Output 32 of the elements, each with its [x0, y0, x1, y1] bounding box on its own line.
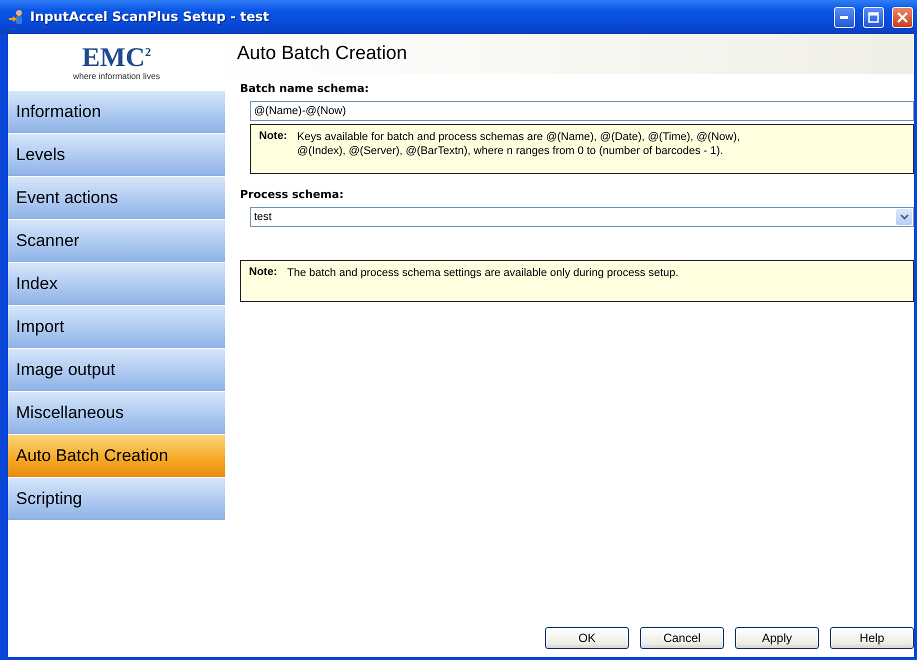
sidebar-item[interactable]: Event actions	[8, 177, 225, 220]
sidebar-item[interactable]: Miscellaneous	[8, 392, 225, 435]
dialog-button[interactable]: OK	[545, 627, 629, 649]
input-field[interactable]: @(Name)-@(Now)	[250, 101, 914, 121]
sidebar-item[interactable]: Levels	[8, 134, 225, 177]
sidebar-item[interactable]: Index	[8, 263, 225, 306]
sidebar-item[interactable]: Scripting	[8, 478, 225, 521]
window-title: InputAccel ScanPlus Setup - test	[30, 10, 270, 24]
field-label: Batch name schema:	[240, 82, 370, 95]
close-icon	[897, 12, 908, 22]
logo-tagline: where information lives	[73, 71, 160, 81]
maximize-icon	[868, 12, 879, 22]
dialog-button[interactable]: Cancel	[640, 627, 724, 649]
maximize-button[interactable]	[863, 6, 884, 28]
sidebar-item[interactable]: Auto Batch Creation	[8, 435, 225, 478]
sidebar-item[interactable]: Scanner	[8, 220, 225, 263]
minimize-icon	[840, 16, 849, 18]
sidebar-item[interactable]: Import	[8, 306, 225, 349]
dialog-button[interactable]: Help	[830, 627, 914, 649]
note-text: Keys available for batch and process schemas are @(Name), @(Date), @(Time), @(Now), @(Index), @(Server), @(BarTextn), where n ranges from 0 to (number of barcodes - 1).	[297, 130, 740, 159]
note-text: The batch and process schema settings are available only during process setup.	[287, 266, 678, 281]
close-button[interactable]	[892, 6, 913, 28]
field-label: Process schema:	[240, 188, 345, 201]
logo: EMC$^{2}$	[82, 44, 151, 71]
note-label: Note:	[249, 266, 278, 280]
app-icon	[8, 9, 24, 25]
note-label: Note:	[259, 130, 288, 144]
dialog-button[interactable]: Apply	[735, 627, 819, 649]
sidebar-item[interactable]: Information	[8, 91, 225, 134]
minimize-button[interactable]	[834, 6, 855, 28]
sidebar-item[interactable]: Image output	[8, 349, 225, 392]
dropdown-field[interactable]: test	[250, 207, 914, 227]
